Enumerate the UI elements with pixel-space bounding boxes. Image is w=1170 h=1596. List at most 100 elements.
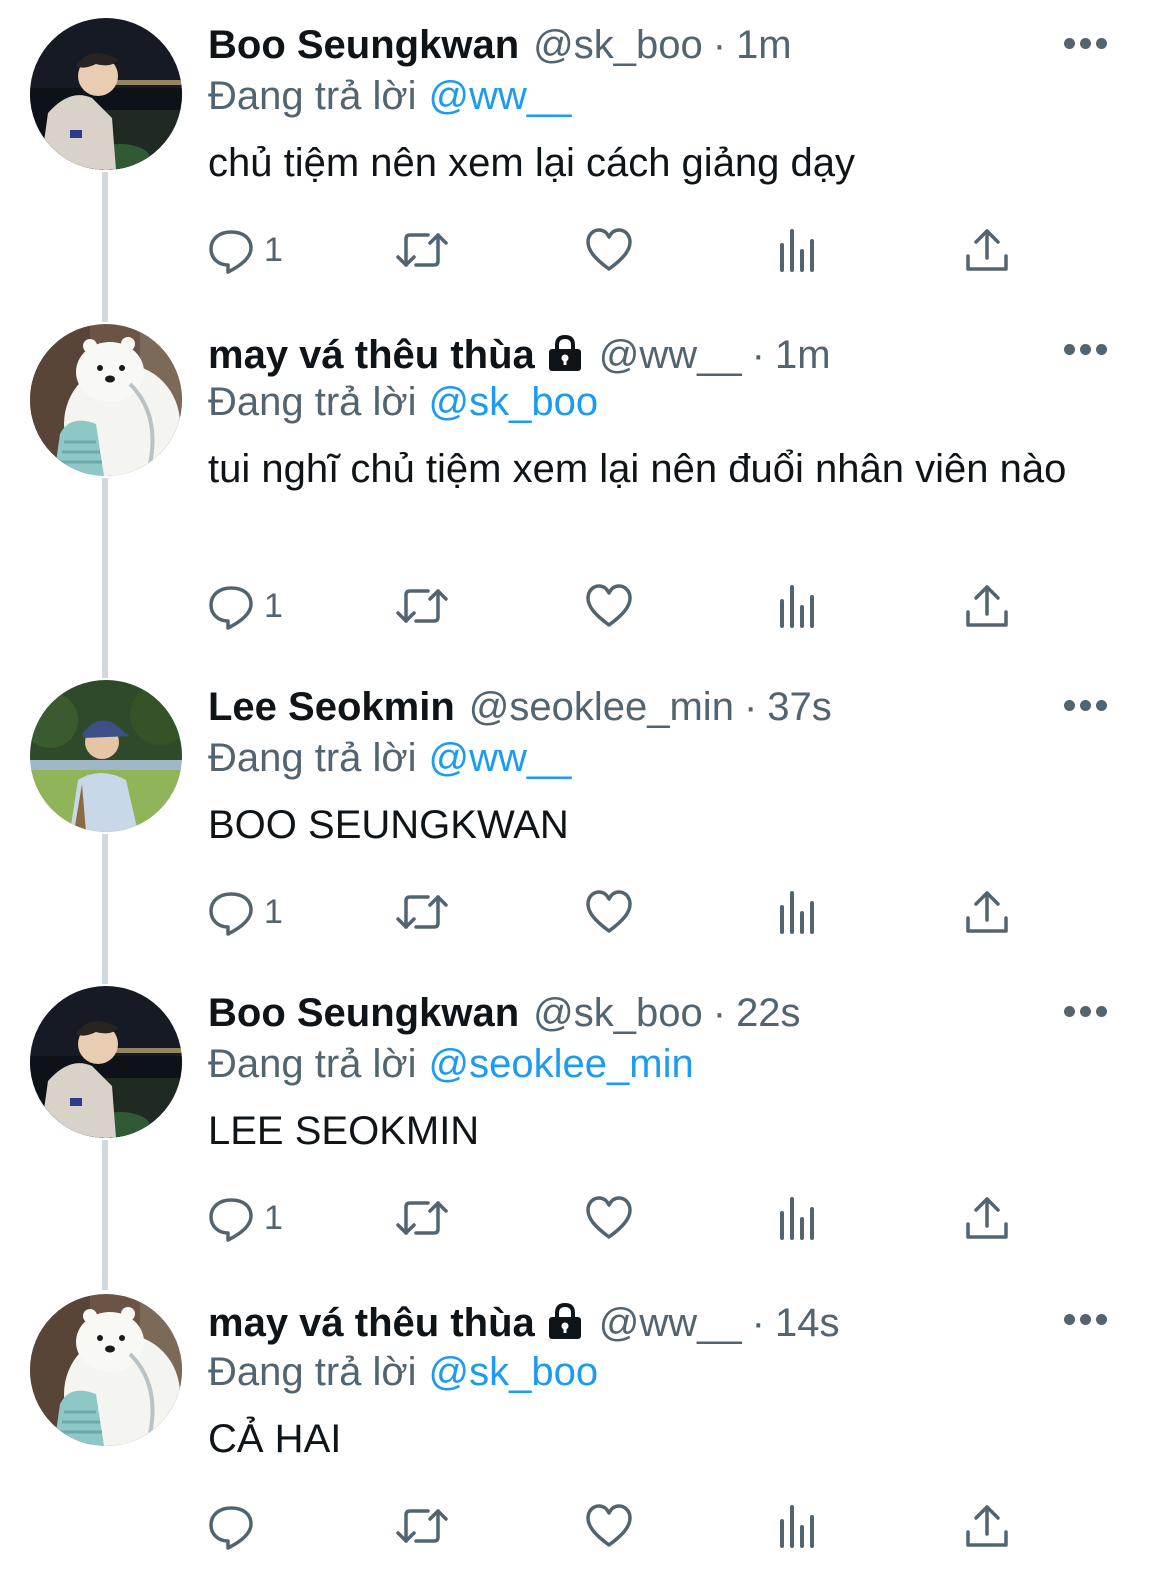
tweet-text: CẢ HAI: [208, 1417, 342, 1461]
mention-link[interactable]: @ww__: [429, 736, 572, 780]
tweet[interactable]: Lee Seokmin @seoklee_min · 37s Đang trả lời…: [0, 662, 1170, 968]
tweet-header: Boo Seungkwan @sk_boo · 1m: [208, 18, 792, 72]
more-dots-icon: [1064, 344, 1075, 355]
reply-button[interactable]: 1: [206, 578, 283, 634]
tweet[interactable]: Boo Seungkwan @sk_boo · 22s Đang trả lời @se…: [0, 968, 1170, 1274]
heart-icon: [586, 1196, 632, 1239]
username[interactable]: @seoklee_min: [469, 685, 734, 729]
replying-to: Đang trả lời @ww__: [208, 70, 571, 122]
views-button[interactable]: [774, 578, 824, 634]
avatar[interactable]: [30, 986, 182, 1138]
share-button[interactable]: [962, 222, 1012, 278]
views-button[interactable]: [774, 884, 824, 940]
retweet-icon: [396, 1201, 448, 1235]
tweet-thread: Boo Seungkwan @sk_boo · 1m Đang trả lời @ww_…: [0, 0, 1170, 1596]
share-button[interactable]: [962, 1190, 1012, 1246]
retweet-button[interactable]: [394, 1498, 450, 1554]
retweet-icon: [396, 589, 448, 623]
like-button[interactable]: [584, 578, 634, 634]
tweet[interactable]: may vá thêu thùa @ww__ · 14s Đang trả lời @s…: [0, 1274, 1170, 1596]
mention-link[interactable]: @ww__: [429, 74, 572, 118]
reply-button[interactable]: 1: [206, 222, 283, 278]
reply-button[interactable]: 1: [206, 1190, 283, 1246]
like-button[interactable]: [584, 222, 634, 278]
retweet-button[interactable]: [394, 884, 450, 940]
avatar-photo-park: [30, 680, 182, 832]
share-upload-icon: [966, 891, 1008, 933]
reply-button[interactable]: [206, 1498, 264, 1554]
separator-dot: ·: [712, 23, 727, 67]
timestamp[interactable]: 1m: [775, 333, 831, 377]
tweet-actions: 1: [0, 884, 1170, 940]
avatar[interactable]: [30, 680, 182, 832]
avatar-photo-night-river: [30, 986, 182, 1138]
retweet-icon: [396, 233, 448, 267]
timestamp[interactable]: 14s: [775, 1301, 840, 1345]
display-name[interactable]: Boo Seungkwan: [208, 991, 519, 1035]
retweet-button[interactable]: [394, 1190, 450, 1246]
timestamp[interactable]: 1m: [736, 23, 792, 67]
share-button[interactable]: [962, 1498, 1012, 1554]
tweet-text: LEE SEOKMIN: [208, 1109, 480, 1153]
share-button[interactable]: [962, 578, 1012, 634]
replying-to-label: Đang trả lời: [208, 74, 417, 118]
tweet-header: may vá thêu thùa @ww__ · 1m: [208, 328, 831, 382]
mention-link[interactable]: @seoklee_min: [429, 1042, 694, 1086]
mention-link[interactable]: @sk_boo: [429, 380, 599, 424]
replying-to: Đang trả lời @sk_boo: [208, 376, 598, 428]
like-button[interactable]: [584, 1190, 634, 1246]
display-name[interactable]: may vá thêu thùa: [208, 333, 535, 377]
speech-bubble-icon: [209, 586, 253, 630]
more-dots-icon: [1064, 38, 1075, 49]
tweet-header: may vá thêu thùa @ww__ · 14s: [208, 1296, 839, 1350]
share-upload-icon: [966, 1197, 1008, 1239]
username[interactable]: @ww__: [599, 333, 742, 377]
tweet[interactable]: Boo Seungkwan @sk_boo · 1m Đang trả lời @ww_…: [0, 0, 1170, 306]
more-options-button[interactable]: [1064, 700, 1108, 714]
speech-bubble-icon: [209, 1506, 253, 1550]
share-upload-icon: [966, 229, 1008, 271]
replying-to-label: Đang trả lời: [208, 1350, 417, 1394]
timestamp[interactable]: 37s: [767, 685, 832, 729]
like-button[interactable]: [584, 1498, 634, 1554]
share-button[interactable]: [962, 884, 1012, 940]
tweet-text: tui nghĩ chủ tiệm xem lại nên đuổi nhân …: [208, 447, 1067, 491]
views-button[interactable]: [774, 222, 824, 278]
display-name[interactable]: may vá thêu thùa: [208, 1301, 535, 1345]
reply-button[interactable]: 1: [206, 884, 283, 940]
tweet-header: Lee Seokmin @seoklee_min · 37s: [208, 680, 832, 734]
bar-chart-icon: [780, 585, 814, 628]
bar-chart-icon: [780, 1505, 814, 1548]
heart-icon: [586, 1504, 632, 1547]
views-button[interactable]: [774, 1190, 824, 1246]
avatar[interactable]: [30, 1294, 182, 1446]
replying-to-label: Đang trả lời: [208, 736, 417, 780]
username[interactable]: @ww__: [599, 1301, 742, 1345]
username[interactable]: @sk_boo: [533, 991, 703, 1035]
tweet-header: Boo Seungkwan @sk_boo · 22s: [208, 986, 801, 1040]
share-upload-icon: [966, 585, 1008, 627]
separator-dot: ·: [751, 1301, 765, 1345]
separator-dot: ·: [743, 685, 758, 729]
like-button[interactable]: [584, 884, 634, 940]
more-options-button[interactable]: [1064, 1314, 1108, 1328]
display-name[interactable]: Boo Seungkwan: [208, 23, 519, 67]
username[interactable]: @sk_boo: [533, 23, 703, 67]
more-options-button[interactable]: [1064, 344, 1108, 358]
retweet-button[interactable]: [394, 222, 450, 278]
separator-dot: ·: [751, 333, 765, 377]
display-name[interactable]: Lee Seokmin: [208, 685, 455, 729]
tweet-text: BOO SEUNGKWAN: [208, 803, 569, 847]
retweet-icon: [396, 895, 448, 929]
more-options-button[interactable]: [1064, 1006, 1108, 1020]
views-button[interactable]: [774, 1498, 824, 1554]
timestamp[interactable]: 22s: [736, 991, 801, 1035]
tweet[interactable]: may vá thêu thùa @ww__ · 1m Đang trả lời @sk…: [0, 306, 1170, 662]
more-options-button[interactable]: [1064, 38, 1108, 52]
avatar[interactable]: [30, 18, 182, 170]
mention-link[interactable]: @sk_boo: [429, 1350, 599, 1394]
replying-to: Đang trả lời @sk_boo: [208, 1346, 598, 1398]
avatar[interactable]: [30, 324, 182, 476]
retweet-button[interactable]: [394, 578, 450, 634]
speech-bubble-icon: [209, 892, 253, 936]
